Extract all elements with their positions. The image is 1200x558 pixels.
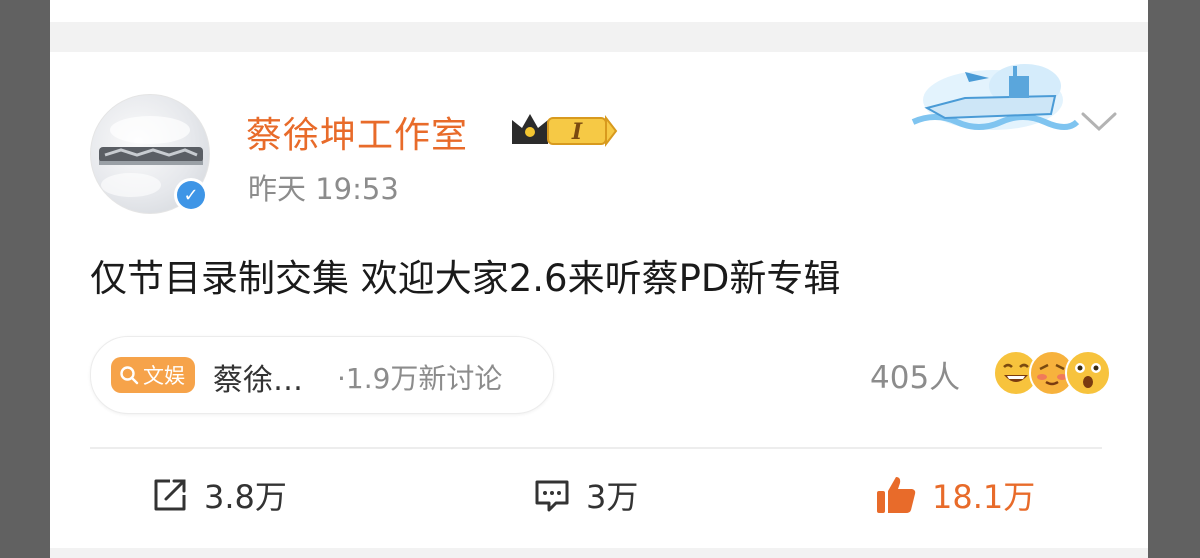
- post-text: 仅节目录制交集 欢迎大家2.6来听蔡PD新专辑: [90, 257, 841, 300]
- like-count: 18.1万: [932, 478, 1036, 516]
- share-icon: [154, 479, 186, 511]
- reaction-emojis[interactable]: [992, 349, 1112, 397]
- topic-category-tag: 文娱: [111, 357, 195, 393]
- surprised-emoji-icon: [1065, 350, 1111, 396]
- thumbs-up-icon: [877, 477, 916, 513]
- action-divider: [90, 447, 1102, 449]
- chevron-down-icon[interactable]: [1080, 110, 1118, 134]
- post-timestamp: 昨天 19:53: [248, 172, 399, 206]
- like-button[interactable]: 18.1万: [874, 472, 1035, 518]
- search-icon: [120, 366, 139, 385]
- crown-membership-badge[interactable]: I: [510, 110, 620, 154]
- reactor-count[interactable]: 405人: [870, 352, 960, 397]
- aircraft-carrier-card-decoration: [911, 64, 1080, 130]
- share-button[interactable]: 3.8万: [150, 472, 287, 518]
- feed-separator-bottom: [50, 548, 1148, 558]
- topic-discussion-count: ·1.9万新讨论: [337, 362, 503, 395]
- share-count: 3.8万: [204, 478, 287, 516]
- topic-name: 蔡徐…: [213, 363, 303, 398]
- comment-count: 3万: [586, 478, 639, 516]
- feed-separator: [50, 22, 1148, 52]
- comment-icon: [535, 480, 569, 512]
- verified-check-icon: ✓: [177, 181, 205, 209]
- previous-post-card: [50, 0, 1148, 22]
- topic-category-label: 文娱: [143, 364, 185, 388]
- phone-screen: ✓ 蔡徐坤工作室 I 昨天 19:53 仅节目录制交集 欢迎大家2.6来听蔡PD…: [50, 0, 1148, 558]
- member-level: I: [571, 119, 583, 145]
- weibo-post-card[interactable]: ✓ 蔡徐坤工作室 I 昨天 19:53 仅节目录制交集 欢迎大家2.6来听蔡PD…: [50, 52, 1148, 548]
- comment-button[interactable]: 3万: [532, 472, 638, 518]
- author-name[interactable]: 蔡徐坤工作室: [246, 106, 468, 158]
- verified-badge: ✓: [174, 178, 208, 212]
- topic-chip[interactable]: 文娱 蔡徐… ·1.9万新讨论: [90, 336, 554, 414]
